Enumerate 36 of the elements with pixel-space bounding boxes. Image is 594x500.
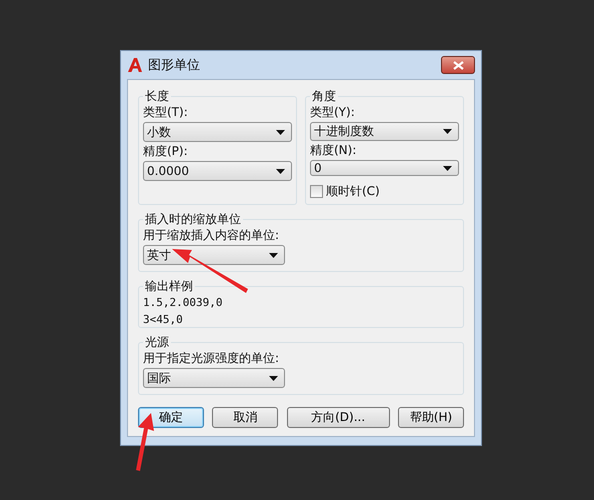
field-label: 精度(N): — [310, 143, 358, 158]
dropdown[interactable]: 十进制度数 — [310, 122, 459, 141]
field-label: 类型(T): — [143, 105, 189, 120]
dropdown[interactable]: 0 — [310, 160, 459, 176]
group-title: 输出样例 — [144, 278, 194, 295]
caret-icon — [269, 376, 278, 380]
field-label: 用于缩放插入内容的单位: — [143, 228, 280, 243]
checkbox-label: 顺时针(C) — [326, 184, 380, 199]
close-icon — [452, 60, 464, 70]
field-label: 精度(P): — [143, 144, 189, 159]
dropdown[interactable]: 小数 — [143, 122, 292, 142]
close-button[interactable] — [441, 56, 475, 74]
caret-icon — [443, 166, 452, 170]
field-label: 类型(Y): — [310, 105, 356, 120]
checkbox[interactable] — [310, 185, 323, 198]
dropdown[interactable]: 英寸 — [143, 245, 285, 265]
dialog-button[interactable]: 确定 — [138, 407, 204, 428]
dropdown[interactable]: 国际 — [143, 368, 285, 388]
dialog-button[interactable]: 帮助(H) — [398, 407, 464, 428]
letter-a-logo-icon — [127, 57, 143, 73]
caret-icon — [443, 129, 452, 134]
sample-output-text: 1.5,2.0039,0 — [143, 295, 224, 310]
group-title: 角度 — [311, 88, 337, 105]
sample-output-text: 3<45,0 — [143, 312, 184, 327]
caret-icon — [269, 252, 278, 258]
annotation-arrow — [134, 412, 156, 472]
field-label: 用于指定光源强度的单位: — [143, 351, 280, 366]
caret-icon — [276, 130, 285, 134]
caret-icon — [276, 168, 285, 174]
dialog-button[interactable]: 方向(D)... — [286, 407, 390, 428]
group-title: 光源 — [144, 334, 170, 351]
dialog-button[interactable]: 取消 — [212, 407, 278, 428]
group-title: 插入时的缩放单位 — [144, 211, 242, 228]
group-title: 长度 — [144, 88, 170, 105]
dropdown[interactable]: 0.0000 — [143, 161, 292, 181]
window-title: 图形单位 — [148, 57, 201, 74]
